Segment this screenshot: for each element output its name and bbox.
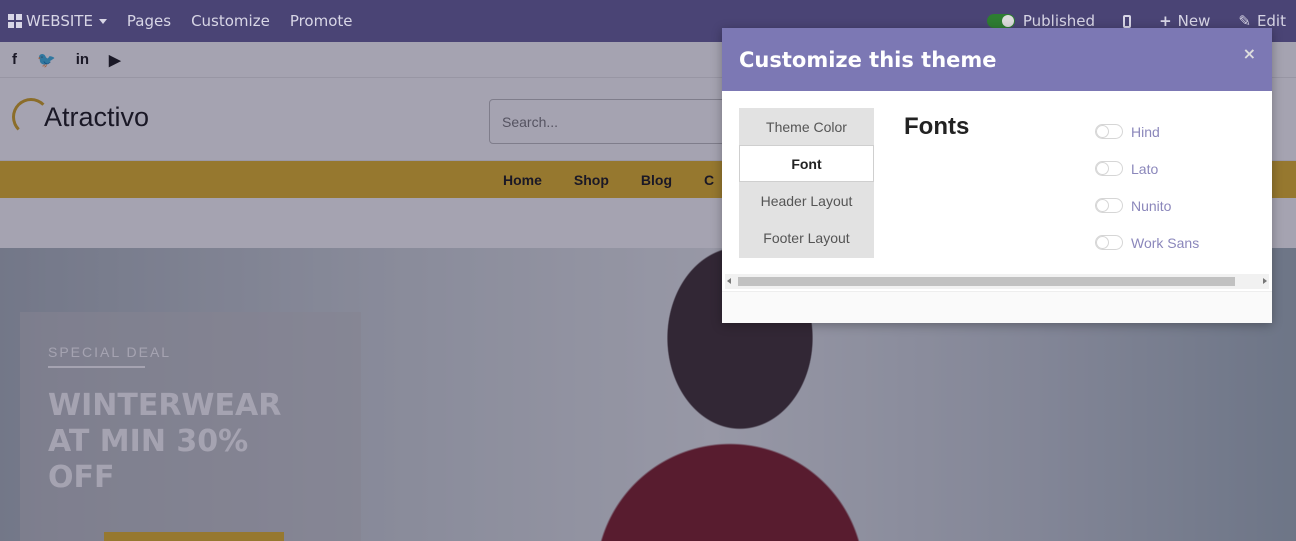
fonts-heading: Fonts (904, 113, 970, 140)
modal-title: Customize this theme (739, 47, 997, 72)
toggle-switch-icon[interactable] (1095, 124, 1123, 139)
toggle-switch-icon[interactable] (1095, 198, 1123, 213)
website-menu-label: WEBSITE (26, 12, 93, 30)
font-label: Hind (1131, 123, 1160, 140)
scroll-left-icon[interactable] (727, 278, 731, 284)
menu-promote[interactable]: Promote (290, 12, 353, 30)
menu-customize[interactable]: Customize (191, 12, 270, 30)
admin-bar-left: WEBSITE Pages Customize Promote (0, 12, 373, 30)
font-option-nunito[interactable]: Nunito (1095, 187, 1199, 224)
scroll-right-icon[interactable] (1263, 278, 1267, 284)
toggle-switch-icon[interactable] (1095, 235, 1123, 250)
font-option-lato[interactable]: Lato (1095, 150, 1199, 187)
close-icon[interactable]: × (1243, 44, 1256, 63)
mobile-preview-button[interactable] (1123, 14, 1132, 28)
apps-grid-icon (8, 14, 22, 28)
customize-theme-modal: Customize this theme × Theme Color Font … (722, 28, 1272, 323)
font-option-work-sans[interactable]: Work Sans (1095, 224, 1199, 261)
tab-footer-layout[interactable]: Footer Layout (739, 219, 874, 256)
tab-font[interactable]: Font (739, 145, 874, 182)
font-option-hind[interactable]: Hind (1095, 113, 1199, 150)
font-label: Nunito (1131, 197, 1172, 214)
theme-tabs: Theme Color Font Header Layout Footer La… (739, 108, 874, 258)
caret-down-icon (98, 18, 107, 24)
modal-body: Theme Color Font Header Layout Footer La… (722, 91, 1272, 323)
font-label: Lato (1131, 160, 1159, 177)
font-label: Work Sans (1131, 234, 1200, 251)
menu-pages[interactable]: Pages (127, 12, 171, 30)
tab-header-layout[interactable]: Header Layout (739, 182, 874, 219)
horizontal-scrollbar[interactable] (725, 274, 1269, 289)
toggle-switch-icon[interactable] (1095, 161, 1123, 176)
toggle-switch-icon (986, 14, 1015, 28)
modal-header: Customize this theme × (722, 28, 1272, 91)
website-menu[interactable]: WEBSITE (8, 12, 107, 30)
scrollbar-thumb[interactable] (738, 277, 1235, 286)
tab-theme-color[interactable]: Theme Color (739, 108, 874, 145)
mobile-phone-icon (1123, 14, 1132, 28)
modal-footer (722, 291, 1272, 323)
font-options: Hind Lato Nunito Work Sans (1095, 113, 1199, 261)
